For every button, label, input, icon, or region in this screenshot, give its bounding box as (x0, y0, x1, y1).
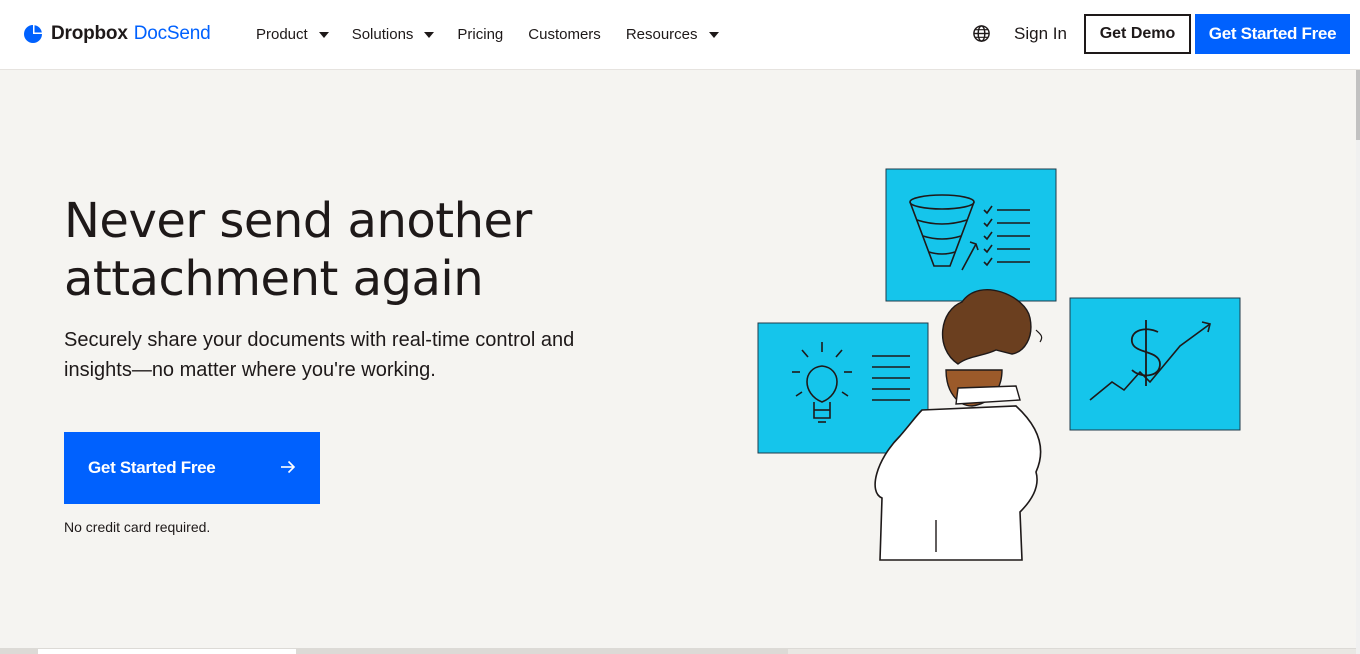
globe-icon[interactable] (972, 24, 991, 43)
get-started-free-header-button[interactable]: Get Started Free (1195, 14, 1350, 54)
preview-card (788, 649, 1356, 654)
subtext-line: insights—no matter where you're working. (64, 359, 436, 381)
caret-down-icon (424, 31, 435, 38)
no-credit-card-note: No credit card required. (64, 519, 211, 535)
nav-item-label: Solutions (351, 25, 414, 43)
logo-wordmark-docsend: DocSend (133, 23, 211, 44)
nav-item-solutions[interactable]: Solutions (352, 26, 435, 43)
hero-headline: Never send another attachment again (64, 192, 684, 308)
docsend-logo-icon (24, 25, 42, 43)
site-header: Dropbox DocSend Product Solutions Pricin… (0, 0, 1360, 70)
logo-wordmark-dropbox: Dropbox (51, 23, 128, 44)
hero-subtext: Securely share your documents with real-… (64, 325, 644, 385)
docsend-logo[interactable]: Dropbox DocSend (23, 22, 211, 46)
nav-item-label: Product (256, 25, 308, 43)
dollar-growth-panel (1069, 297, 1241, 431)
nav-item-pricing[interactable]: Pricing (457, 26, 503, 43)
subtext-line: Securely share your documents with real-… (64, 329, 575, 351)
main-nav: Product Solutions Pricing Customers Reso… (256, 0, 719, 68)
sign-in-link[interactable]: Sign In (1014, 24, 1067, 44)
headline-line: attachment again (64, 251, 484, 307)
nav-item-label: Resources (625, 25, 698, 43)
nav-item-label: Pricing (457, 25, 504, 43)
scrollbar-track[interactable] (1356, 70, 1360, 654)
preview-card (38, 649, 296, 654)
hero-illustration (757, 168, 1241, 561)
nav-item-label: Customers (528, 25, 601, 43)
nav-item-customers[interactable]: Customers (528, 26, 601, 43)
funnel-checklist-panel (885, 168, 1057, 302)
arrow-right-icon (281, 460, 296, 474)
hero-cta-label: Get Started Free (88, 458, 216, 477)
headline-line: Never send another (64, 193, 532, 249)
get-demo-button[interactable]: Get Demo (1084, 14, 1191, 54)
nav-item-product[interactable]: Product (256, 26, 329, 43)
nav-item-resources[interactable]: Resources (626, 26, 719, 43)
get-started-free-hero-button[interactable]: Get Started Free (64, 432, 320, 504)
caret-down-icon (318, 31, 329, 38)
caret-down-icon (708, 31, 719, 38)
scrollbar-thumb[interactable] (1356, 70, 1360, 140)
